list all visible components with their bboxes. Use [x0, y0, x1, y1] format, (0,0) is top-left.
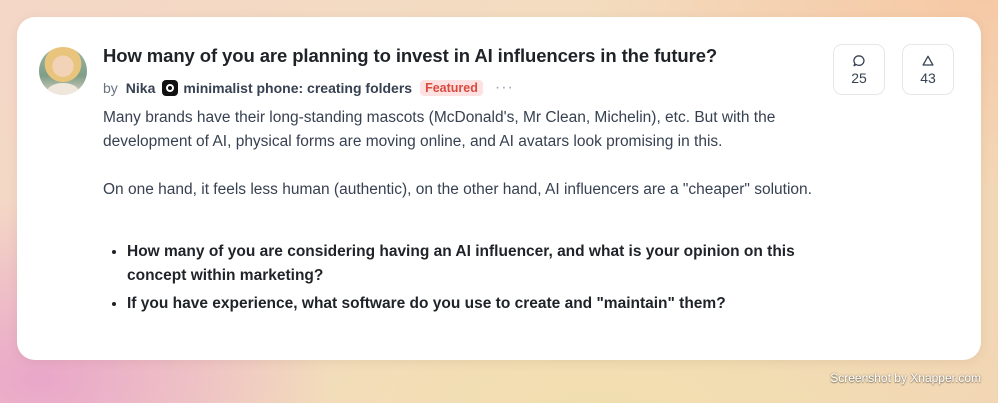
- upvote-button[interactable]: 43: [902, 44, 954, 95]
- comments-button[interactable]: 25: [833, 44, 885, 95]
- post-body: Many brands have their long-standing mas…: [103, 106, 823, 320]
- post-title[interactable]: How many of you are planning to invest i…: [103, 45, 717, 67]
- upvotes-count: 43: [920, 69, 936, 86]
- question-item: How many of you are considering having a…: [127, 240, 823, 288]
- comment-icon: [853, 54, 865, 66]
- post-card: How many of you are planning to invest i…: [17, 17, 981, 360]
- post-paragraph: On one hand, it feels less human (authen…: [103, 181, 812, 198]
- watermark: Screenshot by Xnapper.com: [830, 371, 981, 385]
- author-link[interactable]: Nika: [126, 80, 156, 96]
- comments-count: 25: [851, 69, 867, 86]
- question-list: How many of you are considering having a…: [103, 240, 823, 316]
- more-options-icon[interactable]: ···: [495, 80, 514, 96]
- avatar-shoulders: [47, 83, 79, 95]
- post-meta: by Nika minimalist phone: creating folde…: [103, 78, 514, 98]
- product-link[interactable]: minimalist phone: creating folders: [183, 80, 412, 96]
- question-item: If you have experience, what software do…: [127, 292, 823, 316]
- post-paragraph: Many brands have their long-standing mas…: [103, 109, 776, 150]
- by-label: by: [103, 80, 118, 96]
- product-logo-icon: [162, 80, 179, 96]
- author-avatar[interactable]: [39, 47, 87, 95]
- featured-badge: Featured: [420, 80, 483, 96]
- upvote-triangle-icon: [922, 55, 934, 66]
